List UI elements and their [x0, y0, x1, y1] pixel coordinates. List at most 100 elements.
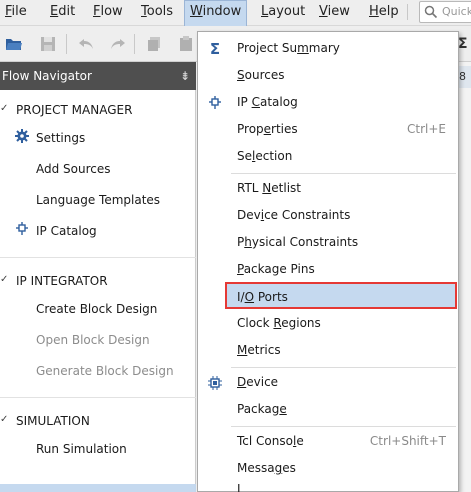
quick-access-search[interactable]: Quick Access — [419, 1, 471, 23]
menu-item-partial[interactable]: L — [198, 482, 458, 492]
menu-help[interactable]: Help — [364, 0, 404, 24]
menu-window-label: indow — [202, 4, 242, 19]
menu-item-label: rties — [271, 122, 298, 136]
chevron-down-icon[interactable]: ✓ — [0, 274, 8, 285]
menu-item-metrics[interactable]: Metrics — [198, 337, 458, 364]
sigma-icon: Σ — [209, 39, 221, 58]
nav-item-language-templates[interactable]: Language Templates — [36, 193, 160, 207]
menu-item-mnemonic: h — [244, 235, 252, 249]
menu-item-selection[interactable]: Selection — [198, 143, 458, 170]
sigma-icon[interactable]: Σ — [458, 36, 468, 52]
menu-item-mnemonic: D — [237, 375, 247, 389]
menu-divider — [407, 4, 408, 20]
menu-item-messages[interactable]: Messages — [198, 455, 458, 482]
save-icon[interactable] — [38, 34, 58, 54]
menu-item-tcl-console[interactable]: Tcl Console Ctrl+Shift+T — [198, 428, 458, 455]
menu-item-label: ce Constraints — [264, 208, 351, 222]
menu-item-clock-regions[interactable]: Clock Regions — [198, 310, 458, 337]
menu-item-mnemonic: e — [263, 122, 272, 136]
menu-item-label: evice — [246, 375, 279, 389]
nav-item-settings[interactable]: Settings — [36, 131, 85, 145]
menu-view-label: iew — [327, 4, 350, 19]
menu-item-shortcut: Ctrl+E — [407, 122, 446, 136]
menu-item-label: etlist — [271, 181, 301, 195]
menu-item-rtl-netlist[interactable]: RTL Netlist — [198, 175, 458, 202]
undo-icon[interactable] — [76, 34, 96, 54]
redo-icon[interactable] — [108, 34, 128, 54]
menu-flow[interactable]: Flow — [88, 0, 128, 24]
menu-item-io-ports[interactable]: I/O Ports — [225, 282, 457, 309]
menu-item-mnemonic: P — [237, 262, 244, 276]
menu-item-label: ysical Constraints — [251, 235, 359, 249]
nav-item-run-simulation[interactable]: Run Simulation — [36, 442, 127, 456]
menu-item-label: mary — [308, 41, 340, 55]
menu-item-label: Ports — [254, 290, 288, 304]
chevron-down-icon[interactable]: ✓ — [0, 103, 8, 114]
menu-item-label: IP — [237, 95, 252, 109]
menu-item-physical-constraints[interactable]: Physical Constraints — [198, 229, 458, 256]
nav-item-create-block-design[interactable]: Create Block Design — [36, 302, 157, 316]
menu-edit-label: dit — [58, 4, 76, 19]
ip-catalog-icon — [206, 94, 224, 112]
menu-item-properties[interactable]: Properties Ctrl+E — [198, 116, 458, 143]
nav-item-ip-catalog[interactable]: IP Catalog — [36, 224, 97, 238]
menu-item-label: Dev — [237, 208, 261, 222]
menu-item-device-constraints[interactable]: Device Constraints — [198, 202, 458, 229]
menu-item-label: ection — [255, 149, 293, 163]
menu-tools[interactable]: Tools — [136, 0, 178, 24]
menu-separator — [231, 367, 456, 368]
chip-icon — [206, 374, 224, 392]
menu-item-label: Tcl Conso — [237, 434, 293, 448]
menu-item-ip-catalog[interactable]: IP Catalog — [198, 89, 458, 116]
menu-bar: File Edit Flow Tools Window Layout View … — [0, 0, 471, 26]
menu-item-label: RTL — [237, 181, 263, 195]
menu-item-package[interactable]: Package — [198, 396, 458, 423]
menu-tools-label: ools — [146, 4, 174, 19]
menu-item-device[interactable]: Device — [198, 369, 458, 396]
menu-item-project-summary[interactable]: Σ Project Summary — [198, 35, 458, 62]
menu-item-label: Prop — [237, 122, 264, 136]
menu-item-label: Messa — [237, 461, 275, 475]
pin-icon[interactable]: ⇟ — [180, 62, 190, 90]
menu-layout-label: ayout — [268, 4, 306, 19]
chevron-down-icon[interactable]: ✓ — [0, 414, 8, 425]
menu-edit-mnemonic: E — [50, 4, 59, 19]
section-title: IP INTEGRATOR — [16, 274, 108, 288]
toolbar-separator — [134, 34, 135, 54]
nav-item-open-block-design: Open Block Design — [36, 333, 150, 347]
gear-icon — [14, 128, 30, 144]
menu-item-sources[interactable]: Sources — [198, 62, 458, 89]
ip-catalog-icon — [14, 221, 30, 237]
flow-navigator-title: Flow Navigator — [2, 69, 92, 83]
menu-file[interactable]: File — [0, 0, 32, 24]
menu-item-package-pins[interactable]: Package Pins — [198, 256, 458, 283]
toolbar-separator — [66, 34, 67, 54]
menu-item-mnemonic: S — [237, 68, 245, 82]
menu-item-label: L — [237, 482, 244, 492]
menu-item-label: Packag — [237, 402, 280, 416]
menu-window[interactable]: Window — [184, 0, 248, 26]
menu-item-label: Project Su — [237, 41, 298, 55]
menu-edit[interactable]: Edit — [45, 0, 80, 24]
menu-separator — [231, 426, 456, 427]
menu-item-shortcut: Ctrl+Shift+T — [369, 434, 446, 448]
nav-item-add-sources[interactable]: Add Sources — [36, 162, 111, 176]
menu-layout[interactable]: Layout — [256, 0, 310, 24]
copy-icon[interactable] — [144, 34, 164, 54]
menu-item-label: ources — [244, 68, 285, 82]
menu-item-label: Se — [237, 149, 252, 163]
menu-item-label: es — [282, 461, 296, 475]
flow-navigator-header: Flow Navigator ⇟ — [0, 62, 196, 90]
section-divider — [0, 397, 196, 398]
menu-item-mnemonic: e — [279, 402, 287, 416]
menu-separator — [231, 173, 456, 174]
open-folder-icon[interactable] — [4, 34, 24, 54]
window-menu-dropdown: Σ Project Summary Sources IP Catalog Pro… — [197, 31, 459, 492]
menu-view[interactable]: View — [314, 0, 355, 24]
section-title: PROJECT MANAGER — [16, 103, 133, 117]
menu-item-label: atalog — [259, 95, 298, 109]
menu-file-label: ile — [11, 4, 27, 19]
paste-icon[interactable] — [176, 34, 196, 54]
menu-item-mnemonic: C — [251, 95, 260, 109]
menu-item-mnemonic: m — [297, 41, 309, 55]
